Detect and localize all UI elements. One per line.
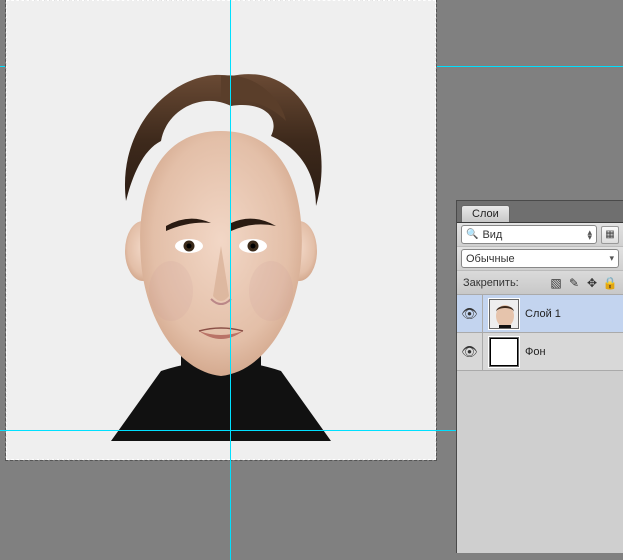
layer-filter-row: 🔍 Вид ▴▾ ▦ [457,223,623,247]
eye-icon: 👁 [461,306,478,322]
lock-label: Закрепить: [463,277,519,289]
lock-row: Закрепить: ▧ ✎ ✥ 🔒 [457,271,623,295]
tab-layers[interactable]: Слои [461,205,510,222]
eye-icon: 👁 [461,344,478,360]
layers-panel: Слои 🔍 Вид ▴▾ ▦ Обычные ▾ Закрепить: ▧ ✎… [456,200,623,553]
search-icon: 🔍 [466,229,478,240]
visibility-toggle[interactable]: 👁 [457,295,483,332]
lock-pixels-icon[interactable]: ✎ [567,276,581,290]
layer-list: 👁 Слой 1 👁 Фон [457,295,623,553]
dropdown-arrows-icon: ▴▾ [587,230,592,240]
layer-thumbnail[interactable] [489,299,519,329]
selection-marquee[interactable] [6,0,436,460]
lock-all-icon[interactable]: 🔒 [603,276,617,290]
document-canvas[interactable] [6,0,436,460]
layer-name: Фон [525,346,546,358]
blend-mode-dropdown[interactable]: Обычные ▾ [461,249,619,268]
layer-item[interactable]: 👁 Слой 1 [457,295,623,333]
lock-transparency-icon[interactable]: ▧ [549,276,563,290]
lock-position-icon[interactable]: ✥ [585,276,599,290]
panel-tabbar: Слои [457,201,623,223]
visibility-toggle[interactable]: 👁 [457,333,483,370]
layer-item[interactable]: 👁 Фон [457,333,623,371]
layer-name: Слой 1 [525,308,561,320]
dropdown-arrows-icon: ▾ [609,256,614,261]
guide-vertical-center[interactable] [230,0,231,560]
filter-pixel-icon[interactable]: ▦ [601,226,619,244]
blend-mode-value: Обычные [466,253,515,265]
layer-filter-dropdown[interactable]: 🔍 Вид ▴▾ [461,225,597,244]
blend-mode-row: Обычные ▾ [457,247,623,271]
layer-thumbnail[interactable] [489,337,519,367]
layer-filter-label: Вид [482,229,502,241]
